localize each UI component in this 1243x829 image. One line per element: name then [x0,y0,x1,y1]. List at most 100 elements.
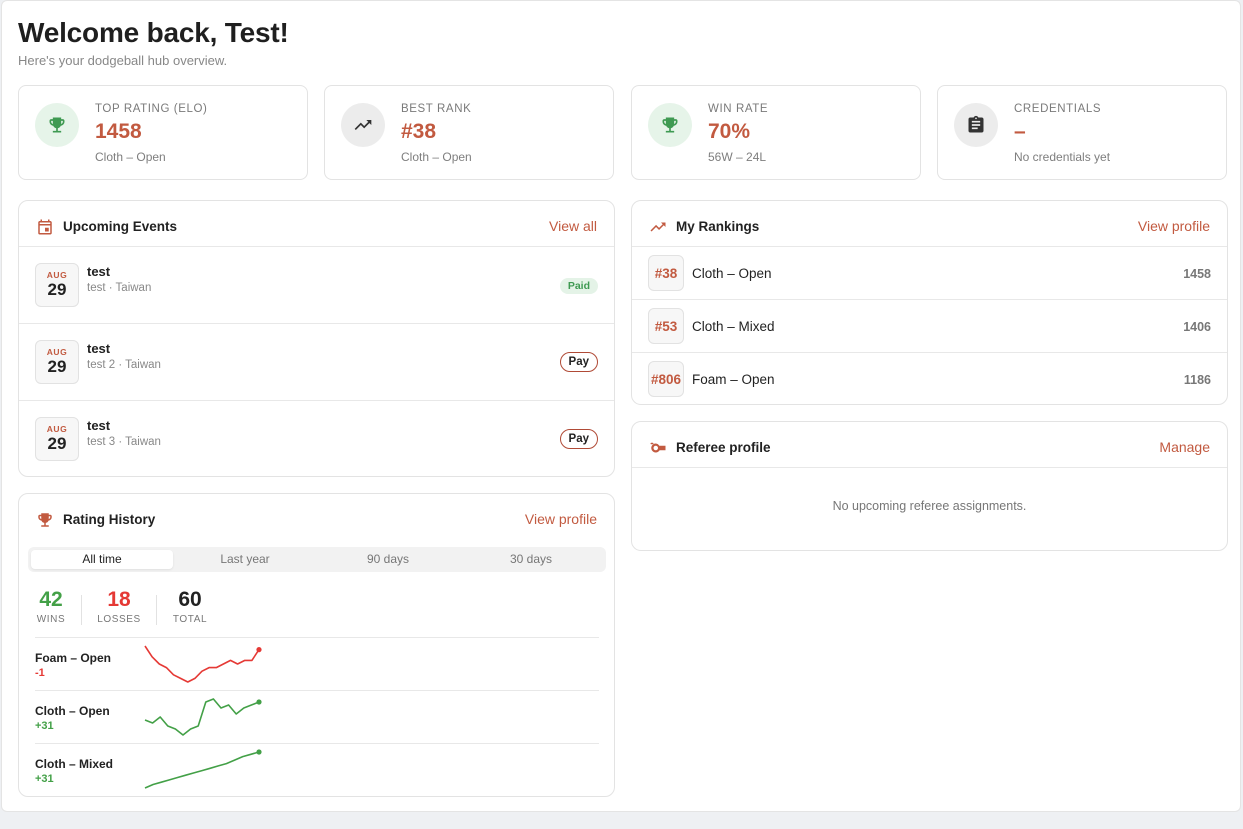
paid-badge: Paid [559,278,598,294]
stat-value: 70% [708,120,751,143]
history-division: Foam – Open [35,651,112,665]
stat-card-credentials: CREDENTIALS – No credentials yet [937,85,1227,180]
view-profile-link[interactable]: View profile [1138,218,1210,234]
trophy-icon [35,103,79,147]
panel-header: Rating History View profile [19,494,614,540]
total-tally: 60 TOTAL [171,588,209,625]
sparkline-line [144,698,260,736]
stat-label: BEST RANK [401,103,472,115]
tally-divider [156,595,157,625]
panel-title: Rating History [63,512,156,527]
trophy-icon [36,511,54,534]
ranking-row[interactable]: #38 Cloth – Open 1458 [632,247,1227,300]
dashboard-page: Welcome back, Test! Here's your dodgebal… [1,0,1241,812]
event-name: test [87,264,111,279]
pay-button[interactable]: Pay [559,429,598,449]
referee-profile-panel: Referee profile Manage No upcoming refer… [631,421,1228,551]
event-day: 29 [47,357,67,376]
sparkline-line [144,645,260,683]
whistle-icon [649,439,667,462]
event-month: AUG [46,270,68,280]
ranking-division: Cloth – Open [692,266,772,281]
event-day: 29 [47,280,67,299]
panel-title: Referee profile [676,440,771,455]
event-row[interactable]: AUG 29 test test 3 · Taiwan Pay [19,401,614,478]
losses-tally: 18 LOSSES [97,588,141,625]
my-rankings-panel: My Rankings View profile #38 Cloth – Ope… [631,200,1228,405]
total-count: 60 [178,588,202,611]
tab-90-days[interactable]: 90 days [317,550,459,569]
rating-history-panel: Rating History View profile All time Las… [18,493,615,797]
stat-value: – [1014,120,1026,143]
stat-value: #38 [401,120,437,143]
stat-label: WIN RATE [708,103,769,115]
page-subtitle: Here's your dodgeball hub overview. [18,53,228,68]
calendar-icon [36,218,54,241]
stat-value: 1458 [95,120,142,143]
sparkline [144,698,262,736]
stat-card-win-rate: WIN RATE 70% 56W – 24L [631,85,921,180]
time-range-tabs: All time Last year 90 days 30 days [28,547,606,572]
view-all-link[interactable]: View all [549,218,597,234]
stat-card-top-rating: TOP RATING (ELO) 1458 Cloth – Open [18,85,308,180]
panel-header: Referee profile Manage [632,422,1227,468]
event-meta: test 3 · Taiwan [87,436,161,448]
stat-sub: 56W – 24L [708,150,767,164]
ranking-row[interactable]: #806 Foam – Open 1186 [632,353,1227,406]
event-name: test [87,341,111,356]
event-meta: test · Taiwan [87,282,152,294]
history-division: Cloth – Mixed [35,757,114,771]
wins-tally: 42 WINS [35,588,67,625]
manage-link[interactable]: Manage [1159,439,1210,455]
ranking-score: 1186 [1183,373,1211,387]
stat-card-best-rank: BEST RANK #38 Cloth – Open [324,85,614,180]
history-delta: +31 [35,773,54,785]
tab-30-days[interactable]: 30 days [460,550,602,569]
sparkline-end-point [256,749,262,755]
panel-header: My Rankings View profile [632,201,1227,247]
sparkline [144,645,262,683]
losses-count: 18 [107,588,131,611]
ranking-score: 1406 [1183,320,1211,334]
tab-last-year[interactable]: Last year [174,550,316,569]
event-date: AUG 29 [35,340,79,384]
ranking-score: 1458 [1183,267,1211,281]
event-month: AUG [46,424,68,434]
panel-title: Upcoming Events [63,219,178,234]
pay-button[interactable]: Pay [559,352,598,372]
trending-up-icon [341,103,385,147]
sparkline [144,749,262,789]
ranking-row[interactable]: #53 Cloth – Mixed 1406 [632,300,1227,353]
event-row[interactable]: AUG 29 test test · Taiwan Paid [19,247,614,324]
history-row: Cloth – Mixed +31 [35,743,599,796]
trending-up-icon [649,218,667,241]
panel-header: Upcoming Events View all [19,201,614,247]
stat-label: TOP RATING (ELO) [95,103,208,115]
event-row[interactable]: AUG 29 test test 2 · Taiwan Pay [19,324,614,401]
event-month: AUG [46,347,68,357]
stat-label: CREDENTIALS [1014,103,1102,115]
ranking-division: Cloth – Mixed [692,319,775,334]
sparkline-line [144,751,260,789]
stat-sub: Cloth – Open [95,150,166,164]
panel-title: My Rankings [676,219,760,234]
stat-sub: Cloth – Open [401,150,472,164]
upcoming-events-panel: Upcoming Events View all AUG 29 test tes… [18,200,615,477]
event-meta: test 2 · Taiwan [87,359,161,371]
losses-label: LOSSES [97,614,141,625]
sparkline-end-point [256,647,262,653]
history-row: Cloth – Open +31 [35,690,599,743]
event-date: AUG 29 [35,417,79,461]
history-division: Cloth – Open [35,704,110,718]
rank-badge: #38 [648,255,684,291]
tab-all-time[interactable]: All time [31,550,173,569]
total-label: TOTAL [172,614,208,625]
sparkline-end-point [256,699,262,705]
rank-badge: #806 [648,361,685,397]
tally-divider [81,595,82,625]
stat-sub: No credentials yet [1014,150,1111,164]
ranking-division: Foam – Open [692,372,775,387]
history-delta: +31 [35,720,54,732]
event-name: test [87,418,111,433]
view-profile-link[interactable]: View profile [525,511,597,527]
